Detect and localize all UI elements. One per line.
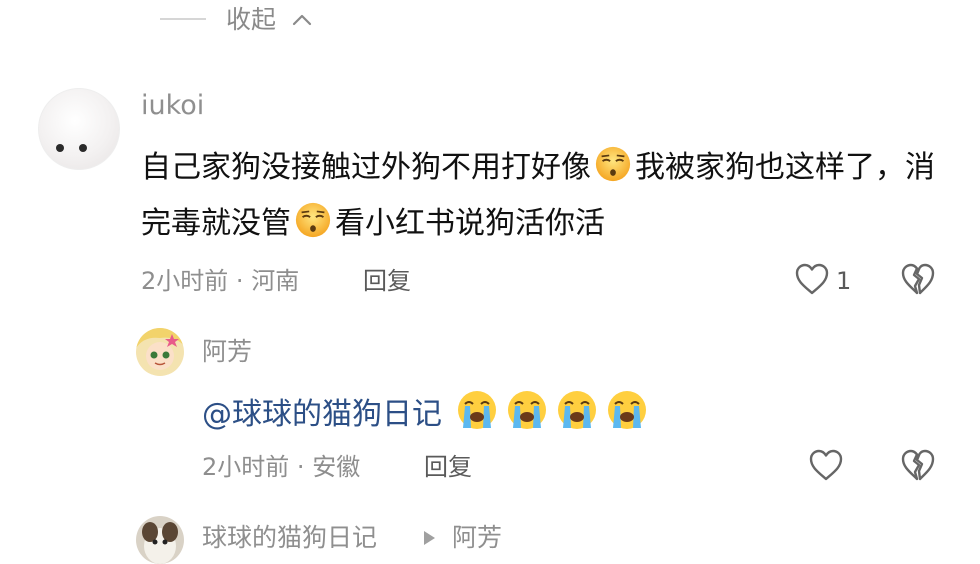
unamused-face-emoji	[595, 146, 631, 182]
reply-target-username[interactable]: 阿芳	[452, 522, 502, 554]
comment-location: 安徽	[312, 453, 361, 481]
collapse-label[interactable]: 收起	[226, 2, 276, 38]
heart-icon[interactable]	[808, 448, 844, 482]
avatar-eye	[79, 144, 87, 152]
avatar[interactable]	[38, 88, 120, 170]
comment-text: @球球的猫狗日记	[202, 388, 652, 437]
comment-username[interactable]: 球球的猫狗日记	[202, 522, 377, 554]
loudly-crying-face-emoji	[457, 391, 496, 429]
avatar[interactable]	[136, 516, 184, 564]
loudly-crying-face-emoji	[607, 391, 646, 429]
avatar-eye	[56, 144, 64, 152]
comment-time: 2小时前	[202, 453, 290, 481]
collapse-divider	[160, 18, 206, 20]
reply-button[interactable]: 回复	[363, 266, 411, 296]
comment-text: 自己家狗没接触过外狗不用打好像 我被家狗也这样了，消完毒就没管 看小红书说狗活你…	[141, 140, 941, 252]
comment-username[interactable]: iukoi	[141, 90, 204, 122]
comment-meta: 2小时前 · 安徽	[202, 452, 360, 482]
loudly-crying-face-emoji	[507, 391, 546, 429]
unamused-face-emoji	[295, 202, 331, 238]
pet-avatar-image	[136, 516, 184, 564]
reply-arrow-icon	[424, 531, 435, 545]
like-count: 1	[836, 267, 852, 295]
broken-heart-icon[interactable]	[900, 448, 936, 482]
comment-text-part: 看小红书说狗活你活	[335, 206, 605, 241]
comment-text-part: 自己家狗没接触过外狗不用打好像	[141, 150, 591, 185]
heart-icon[interactable]	[794, 262, 830, 296]
loudly-crying-face-emoji	[557, 391, 596, 429]
chevron-up-icon[interactable]	[290, 8, 314, 32]
comment-location: 河南	[251, 267, 300, 295]
comment-meta: 2小时前 · 河南	[141, 266, 299, 296]
comment-username[interactable]: 阿芳	[202, 336, 252, 368]
meta-separator: ·	[296, 453, 305, 481]
comment-time: 2小时前	[141, 267, 229, 295]
cartoon-avatar-image	[136, 328, 184, 376]
avatar[interactable]	[136, 328, 184, 376]
mention-link[interactable]: @球球的猫狗日记	[202, 397, 442, 432]
broken-heart-icon[interactable]	[900, 262, 936, 296]
reply-button[interactable]: 回复	[424, 452, 472, 482]
meta-separator: ·	[235, 267, 244, 295]
